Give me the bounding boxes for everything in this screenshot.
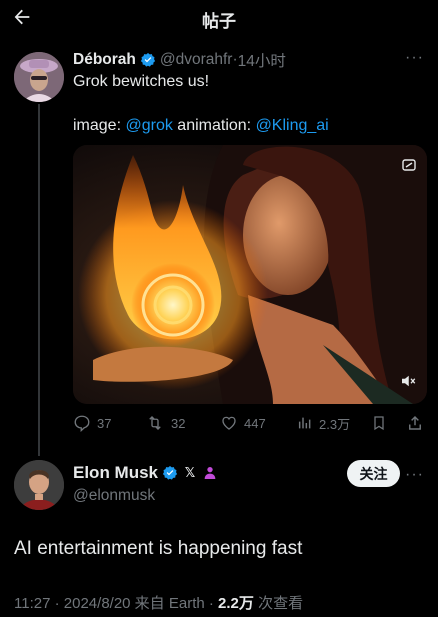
author-name[interactable]: Elon Musk bbox=[73, 463, 158, 483]
reply-button[interactable]: 37 bbox=[73, 414, 111, 432]
views-count: 2.2万 bbox=[218, 595, 254, 612]
views-button[interactable]: 2.3万 bbox=[297, 414, 350, 433]
tweet-actions: 37 32 447 2.3万 bbox=[73, 412, 428, 434]
like-count: 447 bbox=[244, 415, 266, 431]
tweet-metadata: 11:27 · 2024/8/20 来自 Earth · 2.2万 次查看 bbox=[14, 592, 303, 613]
tweet-media-video[interactable] bbox=[73, 145, 427, 404]
parent-tweet-header: Déborah @dvorahfr · 14小时 bbox=[73, 49, 286, 71]
avatar-elon-musk[interactable] bbox=[14, 460, 64, 510]
main-tweet-header: Elon Musk 𝕏 bbox=[73, 463, 218, 483]
page-title: 帖子 bbox=[202, 12, 236, 31]
bookmark-icon bbox=[374, 416, 384, 431]
main-tweet-text: AI entertainment is happening fast bbox=[14, 538, 303, 559]
gif-icon bbox=[401, 157, 417, 173]
thread-line bbox=[38, 104, 40, 456]
mute-icon[interactable] bbox=[399, 372, 417, 390]
like-button[interactable]: 447 bbox=[220, 414, 266, 432]
follow-button[interactable]: 关注 bbox=[347, 460, 400, 487]
mention-kling[interactable]: @Kling_ai bbox=[256, 117, 329, 134]
share-button[interactable] bbox=[406, 414, 430, 432]
views-icon bbox=[298, 417, 311, 429]
like-icon bbox=[222, 416, 236, 430]
verified-badge-icon bbox=[162, 466, 178, 480]
author-handle[interactable]: @dvorahfr bbox=[160, 51, 233, 69]
reply-count: 37 bbox=[97, 415, 112, 431]
top-bar: 帖子 bbox=[0, 0, 438, 38]
tweet-text-line1: Grok bewitches us! bbox=[73, 73, 210, 90]
reply-icon bbox=[74, 415, 90, 432]
share-icon bbox=[409, 415, 421, 430]
verified-badge-icon bbox=[140, 53, 156, 67]
more-icon[interactable]: ··· bbox=[405, 49, 424, 67]
text-prefix: image: bbox=[73, 117, 126, 134]
views-label: 次查看 bbox=[258, 595, 304, 612]
repost-icon bbox=[149, 416, 161, 430]
tweet-time[interactable]: 11:27 bbox=[14, 595, 50, 612]
tweet-time[interactable]: 14小时 bbox=[238, 49, 286, 71]
repost-button[interactable]: 32 bbox=[145, 414, 185, 432]
x-logo-icon: 𝕏 bbox=[184, 465, 196, 480]
tweet-date: 2024/8/20 来自 Earth bbox=[63, 595, 205, 612]
author-name[interactable]: Déborah bbox=[73, 51, 136, 69]
text-mid: animation: bbox=[172, 117, 256, 134]
avatar-deborah[interactable] bbox=[14, 52, 64, 102]
separator: · bbox=[208, 595, 214, 612]
tweet-text-line2: image: @grok animation: @Kling_ai bbox=[73, 115, 329, 137]
views-count: 2.3万 bbox=[319, 416, 351, 432]
separator: · bbox=[54, 595, 60, 612]
affiliate-icon bbox=[202, 465, 218, 481]
mention-grok[interactable]: @grok bbox=[125, 117, 172, 134]
author-handle[interactable]: @elonmusk bbox=[73, 487, 155, 505]
bookmark-button[interactable] bbox=[371, 414, 393, 432]
repost-count: 32 bbox=[171, 415, 186, 431]
more-icon[interactable]: ··· bbox=[405, 466, 424, 484]
